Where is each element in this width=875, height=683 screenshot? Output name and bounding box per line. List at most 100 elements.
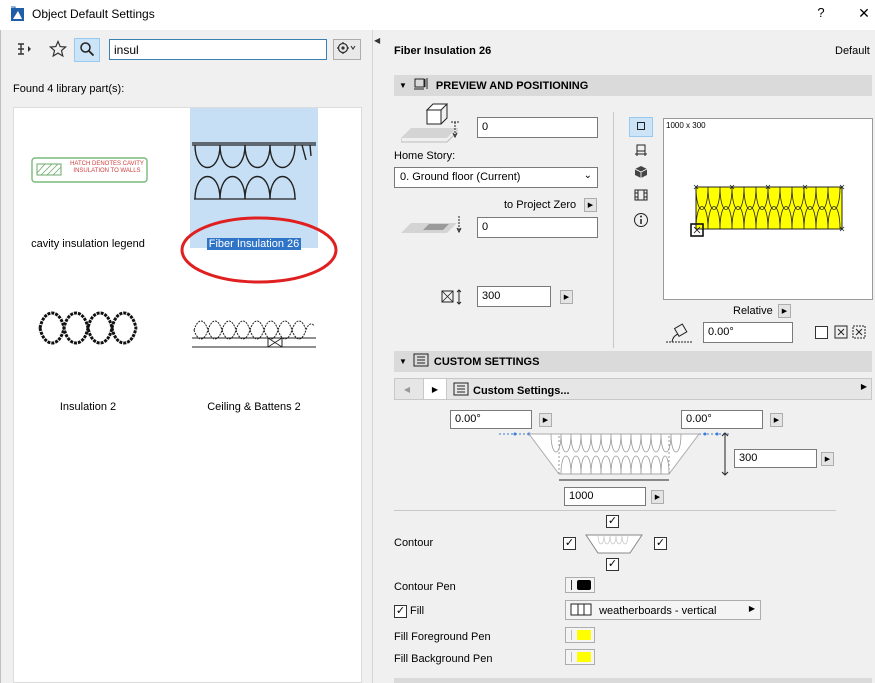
project-zero-menu-button[interactable]: ▶ xyxy=(584,198,597,212)
mirror-x-icon[interactable] xyxy=(834,325,848,342)
elevation-icon xyxy=(400,102,465,151)
custom-settings-page[interactable]: Custom Settings... xyxy=(453,382,570,399)
mirror-checkbox[interactable] xyxy=(815,326,828,339)
star-icon xyxy=(48,39,68,61)
next-page-button[interactable]: ▶ xyxy=(423,379,447,399)
left-angle-field[interactable]: 0.00° xyxy=(450,410,532,429)
view-3d-button[interactable] xyxy=(629,163,653,183)
right-angle-menu-button[interactable]: ▶ xyxy=(770,413,783,427)
search-icon xyxy=(79,41,95,60)
collapse-arrow-icon[interactable]: ◀ xyxy=(374,36,380,45)
profile-width-field[interactable]: 1000 xyxy=(564,487,646,506)
pen-weight-mark xyxy=(571,630,572,640)
section-divider xyxy=(394,510,836,511)
expand-triangle-icon[interactable]: ▼ xyxy=(399,357,407,366)
contour-bottom-checkbox[interactable]: ✓ xyxy=(606,558,619,571)
fiber-insulation-thumbnail xyxy=(192,140,316,200)
contour-right-checkbox[interactable]: ✓ xyxy=(654,537,667,550)
object-preview: 1000 x 300 xyxy=(663,118,873,300)
info-button[interactable] xyxy=(629,211,653,231)
custom-page-title: Custom Settings... xyxy=(473,384,570,397)
view-section-button[interactable] xyxy=(629,141,653,161)
square-icon xyxy=(636,121,646,134)
search-toggle-button[interactable] xyxy=(74,38,100,62)
contour-pen-selector[interactable] xyxy=(565,577,595,593)
library-pane: Found 4 library part(s): HATCH DENOTES C… xyxy=(1,30,372,683)
relative-menu-button[interactable]: ▶ xyxy=(778,304,791,318)
rotation-angle-field[interactable]: 0.00° xyxy=(703,322,793,343)
project-zero-field[interactable]: 0 xyxy=(477,217,598,238)
info-icon xyxy=(633,212,649,231)
left-angle-menu-button[interactable]: ▶ xyxy=(539,413,552,427)
contour-left-checkbox[interactable]: ✓ xyxy=(563,537,576,550)
preview-section-header[interactable]: ▼ PREVIEW AND POSITIONING xyxy=(394,75,872,96)
page-menu-arrow-icon[interactable]: ▶ xyxy=(861,382,867,391)
fill-fg-pen-selector[interactable] xyxy=(565,627,595,643)
close-button[interactable]: ✕ xyxy=(856,5,872,22)
cavity-legend-thumbnail: HATCH DENOTES CAVITY INSULATION TO WALLS xyxy=(31,156,149,184)
expand-triangle-icon[interactable]: ▼ xyxy=(399,81,407,90)
preview-size-label: 1000 x 300 xyxy=(666,121,706,130)
library-folders-button[interactable] xyxy=(13,38,39,62)
settings-pane: Fiber Insulation 26 Default ▼ PREVIEW AN… xyxy=(381,30,875,683)
insulation-2-thumbnail xyxy=(38,306,142,350)
results-grid: HATCH DENOTES CAVITY INSULATION TO WALLS… xyxy=(13,107,362,683)
chevron-down-icon: ⌄ xyxy=(583,170,592,181)
gear-icon xyxy=(336,41,358,58)
help-button[interactable]: ? xyxy=(814,5,828,20)
search-input[interactable] xyxy=(109,39,327,60)
profile-width-menu-button[interactable]: ▶ xyxy=(651,490,664,504)
height-menu-button[interactable]: ▶ xyxy=(560,290,573,304)
result-item-ceiling-battens-2[interactable]: Ceiling & Battens 2 xyxy=(190,278,318,448)
home-story-label: Home Story: xyxy=(394,150,456,162)
section-view-icon xyxy=(634,143,648,160)
home-story-value: 0. Ground floor (Current) xyxy=(400,171,521,183)
result-item-insulation-2[interactable]: Insulation 2 xyxy=(24,278,152,448)
vertical-separator xyxy=(613,112,614,348)
pen-color-swatch xyxy=(577,652,591,662)
right-angle-field[interactable]: 0.00° xyxy=(681,410,763,429)
custom-page-icon xyxy=(453,382,469,399)
project-zero-icon xyxy=(401,215,465,242)
film-icon xyxy=(634,188,648,205)
custom-section-header[interactable]: ▼ CUSTOM SETTINGS xyxy=(394,351,872,372)
search-settings-button[interactable] xyxy=(333,39,361,60)
section-title: PREVIEW AND POSITIONING xyxy=(435,79,589,92)
fill-pattern-value: weatherboards - vertical xyxy=(599,604,717,617)
result-item-cavity-insulation-legend[interactable]: HATCH DENOTES CAVITY INSULATION TO WALLS… xyxy=(24,108,152,278)
results-count: Found 4 library part(s): xyxy=(13,83,125,95)
app-icon xyxy=(10,6,26,25)
previous-page-button[interactable]: ◀ xyxy=(395,379,419,399)
pane-splitter[interactable]: ◀ xyxy=(372,30,381,683)
fill-fg-pen-label: Fill Foreground Pen xyxy=(394,631,491,643)
contour-top-checkbox[interactable]: ✓ xyxy=(606,515,619,528)
cube-icon xyxy=(634,165,648,182)
pen-color-swatch xyxy=(577,580,591,590)
view-list-button[interactable] xyxy=(629,186,653,206)
preview-insulation-drawing xyxy=(690,181,846,244)
elevation-field[interactable]: 0 xyxy=(477,117,598,138)
fill-bg-pen-label: Fill Background Pen xyxy=(394,653,493,665)
favorites-button[interactable] xyxy=(45,38,71,62)
to-project-zero-label: to Project Zero xyxy=(504,199,577,211)
section-title: CUSTOM SETTINGS xyxy=(433,355,540,368)
window-title: Object Default Settings xyxy=(32,7,155,21)
fill-label: Fill xyxy=(410,605,425,617)
relative-label: Relative xyxy=(733,305,773,317)
chevron-right-icon: ▶ xyxy=(748,604,755,613)
pen-weight-mark xyxy=(571,652,572,662)
fill-bg-pen-selector[interactable] xyxy=(565,649,595,665)
height-dimension-icon xyxy=(441,289,467,308)
fill-pattern-dropdown[interactable]: weatherboards - vertical ▶ xyxy=(565,600,761,620)
profile-height-menu-button[interactable]: ▶ xyxy=(821,452,834,466)
fill-checkbox[interactable]: ✓ xyxy=(394,605,407,618)
home-story-dropdown[interactable]: 0. Ground floor (Current) ⌄ xyxy=(394,167,598,188)
result-label: Ceiling & Battens 2 xyxy=(207,401,301,413)
view-2d-button[interactable] xyxy=(629,117,653,137)
rotation-angle-icon xyxy=(664,320,694,349)
pen-color-swatch xyxy=(577,630,591,640)
profile-height-field[interactable]: 300 xyxy=(734,449,817,468)
mirror-y-icon[interactable] xyxy=(852,325,866,342)
next-section-header xyxy=(394,678,872,683)
height-field[interactable]: 300 xyxy=(477,286,551,307)
